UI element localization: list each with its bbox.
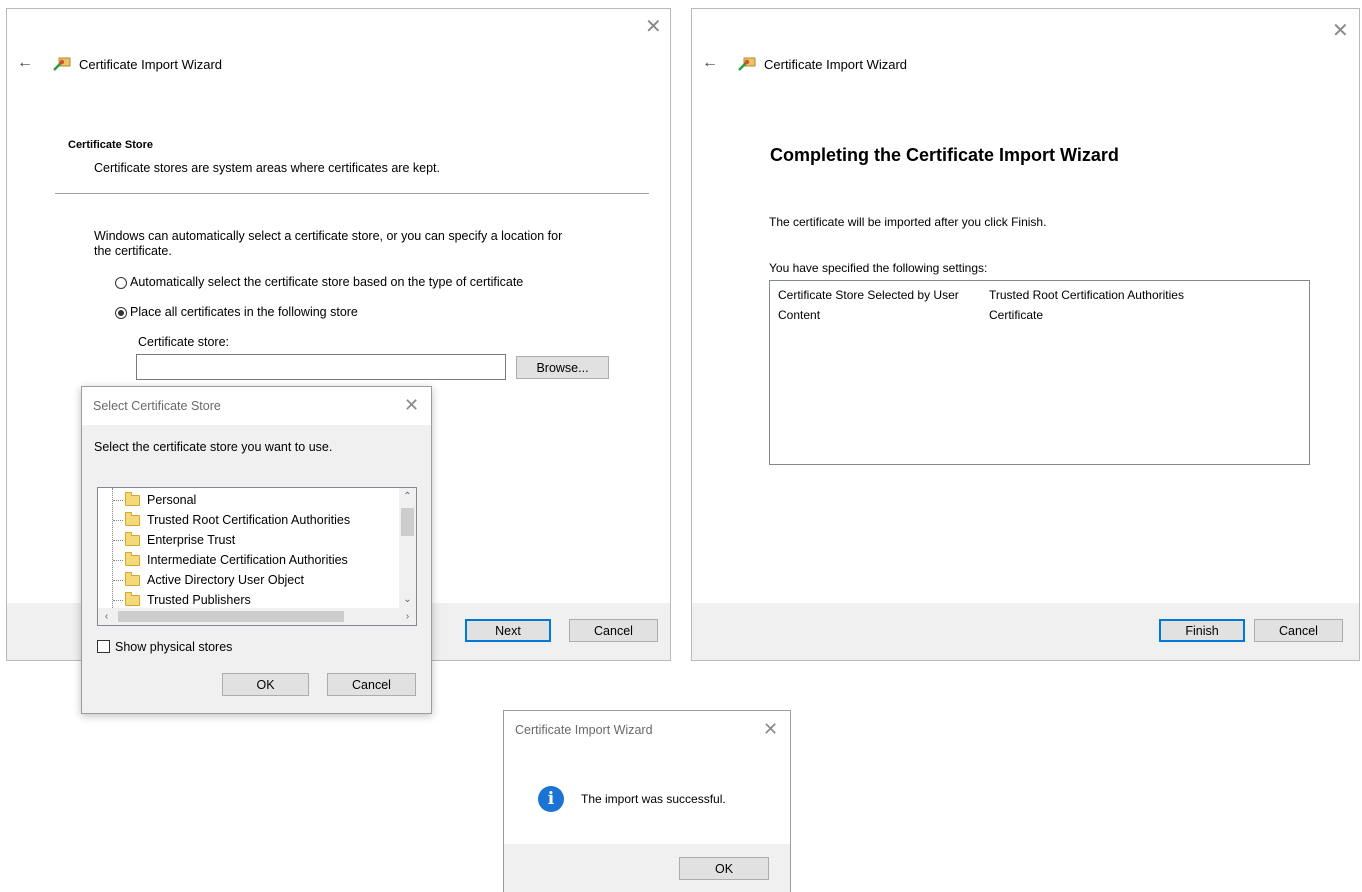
setting-value: Certificate bbox=[989, 308, 1044, 322]
folder-icon bbox=[125, 492, 140, 507]
finish-button[interactable]: Finish bbox=[1159, 619, 1245, 642]
wizard-right-footer: Finish Cancel bbox=[692, 603, 1359, 660]
folder-icon bbox=[125, 572, 140, 587]
folder-icon bbox=[125, 532, 140, 547]
browse-button[interactable]: Browse... bbox=[516, 356, 609, 379]
scroll-left-icon[interactable]: ‹ bbox=[98, 608, 115, 625]
success-dialog-footer: OK bbox=[504, 844, 790, 892]
scroll-thumb-horizontal[interactable] bbox=[118, 611, 344, 622]
close-icon[interactable]: ✕ bbox=[763, 720, 778, 738]
folder-icon bbox=[125, 592, 140, 607]
close-icon[interactable]: ✕ bbox=[645, 17, 662, 37]
vertical-scrollbar[interactable]: ⌃ ⌄ bbox=[399, 488, 416, 608]
select-store-body: Select the certificate store you want to… bbox=[82, 425, 431, 713]
store-tree-list[interactable]: Personal Trusted Root Certification Auth… bbox=[97, 487, 417, 626]
tree-item-personal[interactable]: Personal bbox=[98, 490, 196, 510]
completion-heading: Completing the Certificate Import Wizard bbox=[770, 145, 1119, 165]
header-divider bbox=[55, 193, 649, 194]
tree-connector bbox=[113, 540, 123, 541]
radio-place-in-store[interactable] bbox=[115, 307, 127, 319]
tree-connector bbox=[113, 600, 123, 601]
tree-connector bbox=[113, 560, 123, 561]
show-physical-stores-checkbox[interactable] bbox=[97, 640, 110, 653]
tree-item-enterprise-trust[interactable]: Enterprise Trust bbox=[98, 530, 235, 550]
wizard-title: Certificate Import Wizard bbox=[764, 57, 908, 72]
success-dialog-title: Certificate Import Wizard bbox=[515, 723, 653, 737]
folder-icon bbox=[125, 512, 140, 527]
tree-connector bbox=[113, 500, 123, 501]
completion-info-text: The certificate will be imported after y… bbox=[769, 215, 1047, 229]
cancel-button[interactable]: Cancel bbox=[327, 673, 416, 696]
success-message: The import was successful. bbox=[581, 792, 726, 806]
ok-button[interactable]: OK bbox=[222, 673, 309, 696]
tree-item-trusted-publishers[interactable]: Trusted Publishers bbox=[98, 590, 251, 610]
tree-connector bbox=[113, 580, 123, 581]
intro-line-2: the certificate. bbox=[94, 244, 172, 258]
success-dialog: Certificate Import Wizard ✕ i The import… bbox=[503, 710, 791, 892]
section-heading: Certificate Store bbox=[68, 139, 153, 151]
radio-auto-select[interactable] bbox=[115, 277, 127, 289]
close-icon[interactable]: ✕ bbox=[1332, 21, 1349, 41]
next-button[interactable]: Next bbox=[465, 619, 551, 642]
scroll-thumb[interactable] bbox=[401, 508, 414, 536]
section-description: Certificate stores are system areas wher… bbox=[94, 161, 440, 175]
setting-value: Trusted Root Certification Authorities bbox=[989, 288, 1184, 302]
scroll-down-icon[interactable]: ⌄ bbox=[399, 591, 416, 608]
cancel-button[interactable]: Cancel bbox=[1254, 619, 1343, 642]
certificate-wizard-icon bbox=[738, 57, 756, 71]
show-physical-stores-label[interactable]: Show physical stores bbox=[115, 640, 232, 654]
close-icon[interactable]: ✕ bbox=[404, 396, 419, 414]
setting-key: Content bbox=[778, 308, 821, 322]
tree-item-active-directory[interactable]: Active Directory User Object bbox=[98, 570, 304, 590]
horizontal-scrollbar[interactable]: ‹ › bbox=[98, 608, 416, 625]
select-store-dialog-title: Select Certificate Store bbox=[93, 399, 221, 413]
wizard-right-window: ✕ ← Certificate Import Wizard Completing… bbox=[691, 8, 1360, 661]
folder-icon bbox=[125, 552, 140, 567]
tree-item-trusted-root[interactable]: Trusted Root Certification Authorities bbox=[98, 510, 350, 530]
back-arrow-icon[interactable]: ← bbox=[17, 54, 33, 72]
setting-key: Certificate Store Selected by User bbox=[778, 288, 959, 302]
scroll-up-icon[interactable]: ⌃ bbox=[399, 488, 416, 505]
certificate-store-field[interactable] bbox=[136, 354, 506, 380]
info-icon: i bbox=[538, 786, 564, 812]
tree-connector bbox=[113, 520, 123, 521]
radio-auto-select-label[interactable]: Automatically select the certificate sto… bbox=[130, 275, 523, 289]
cancel-button[interactable]: Cancel bbox=[569, 619, 658, 642]
settings-label: You have specified the following setting… bbox=[769, 261, 988, 275]
back-arrow-icon[interactable]: ← bbox=[702, 54, 718, 72]
radio-place-in-store-label[interactable]: Place all certificates in the following … bbox=[130, 305, 358, 319]
settings-list[interactable]: Certificate Store Selected by User Trust… bbox=[769, 280, 1310, 465]
select-store-dialog: Select Certificate Store ✕ Select the ce… bbox=[81, 386, 432, 714]
certificate-wizard-icon bbox=[53, 57, 71, 71]
tree-item-intermediate[interactable]: Intermediate Certification Authorities bbox=[98, 550, 348, 570]
select-store-prompt: Select the certificate store you want to… bbox=[94, 440, 333, 454]
scroll-right-icon[interactable]: › bbox=[399, 608, 416, 625]
ok-button[interactable]: OK bbox=[679, 857, 769, 880]
wizard-title: Certificate Import Wizard bbox=[79, 57, 223, 72]
intro-line-1: Windows can automatically select a certi… bbox=[94, 229, 563, 243]
certificate-store-label: Certificate store: bbox=[138, 335, 230, 349]
